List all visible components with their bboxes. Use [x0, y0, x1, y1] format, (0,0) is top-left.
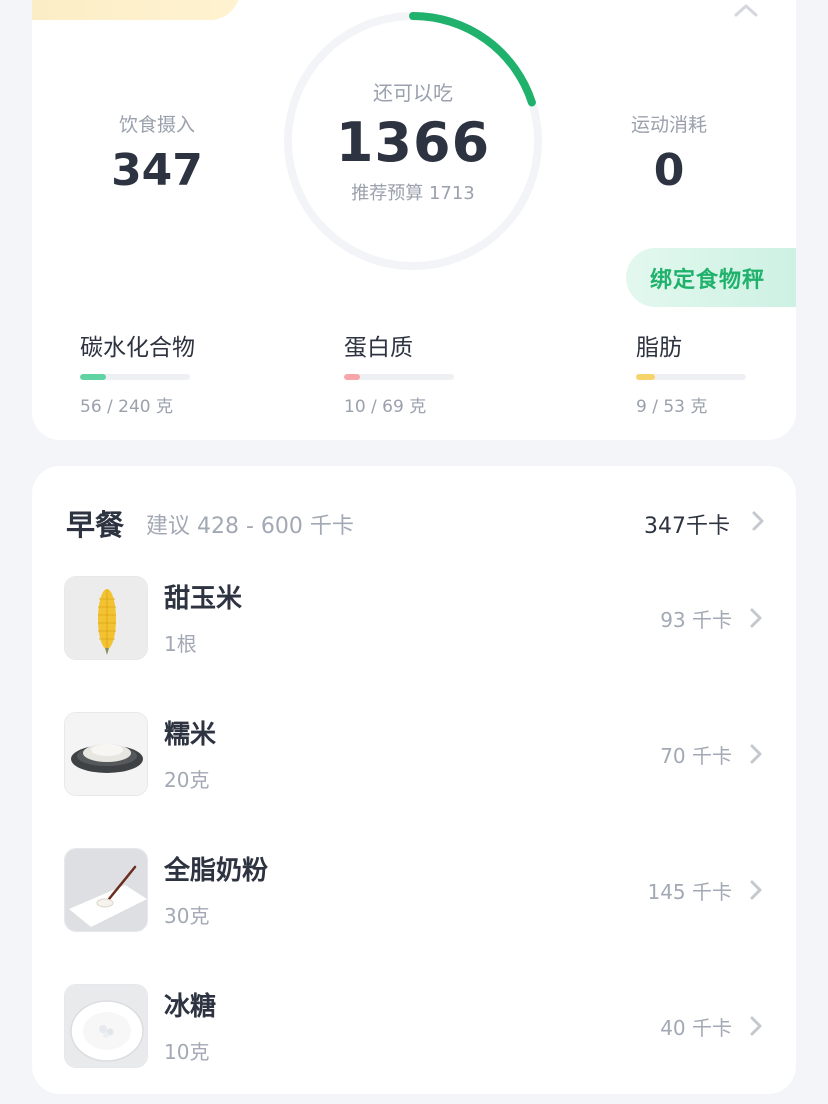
food-quantity: 30克	[164, 904, 210, 928]
meal-header[interactable]: 早餐 建议 428 - 600 千卡 347千卡	[66, 502, 766, 542]
chevron-right-icon	[752, 511, 764, 531]
calorie-summary-card: 饮食摄入 347 还可以吃 1366 推荐预算 1713 运动消耗 0 绑定食物…	[32, 0, 796, 440]
macro-protein: 蛋白质 10 / 69 克	[344, 328, 544, 417]
food-name: 全脂奶粉	[164, 856, 269, 886]
food-quantity: 1根	[164, 632, 197, 656]
remaining-label: 还可以吃	[373, 81, 453, 105]
macro-name: 脂肪	[636, 335, 682, 361]
exercise-value: 0	[653, 145, 685, 196]
recommended-budget: 推荐预算 1713	[351, 183, 475, 204]
macro-carbs: 碳水化合物 56 / 240 克	[80, 328, 280, 417]
remaining-calories: 还可以吃 1366 推荐预算 1713	[281, 9, 545, 273]
food-calories: 93 千卡	[660, 608, 732, 632]
breakfast-card: 早餐 建议 428 - 600 千卡 347千卡 甜玉米 1根 93 千卡 糯米…	[32, 466, 796, 1094]
macro-amount: 9 / 53 克	[636, 397, 708, 417]
macro-progress-bar	[344, 374, 454, 380]
food-item[interactable]: 甜玉米 1根 93 千卡	[64, 576, 764, 660]
chevron-right-icon	[750, 1016, 762, 1036]
exercise-label: 运动消耗	[630, 114, 707, 136]
macro-fat: 脂肪 9 / 53 克	[636, 328, 828, 417]
food-calories: 40 千卡	[660, 1016, 732, 1040]
macro-progress-fill	[80, 374, 106, 380]
chevron-up-icon[interactable]	[732, 0, 760, 20]
macro-name: 蛋白质	[344, 335, 413, 361]
macro-progress-bar	[80, 374, 190, 380]
food-quantity: 10克	[164, 1040, 210, 1064]
food-name: 甜玉米	[164, 584, 243, 614]
intake-value: 347	[111, 145, 203, 196]
corner-tag[interactable]	[32, 0, 240, 20]
remaining-value: 1366	[335, 111, 491, 174]
rock-sugar-thumbnail	[64, 984, 148, 1068]
food-name: 冰糖	[164, 992, 217, 1022]
sweet-corn-thumbnail	[64, 576, 148, 660]
chevron-right-icon	[750, 744, 762, 764]
food-calories: 70 千卡	[660, 744, 732, 768]
milk-powder-thumbnail	[64, 848, 148, 932]
macro-name: 碳水化合物	[80, 335, 195, 361]
glutinous-rice-thumbnail	[64, 712, 148, 796]
food-quantity: 20克	[164, 768, 210, 792]
intake-stat[interactable]: 饮食摄入 347	[57, 110, 257, 196]
food-calories: 145 千卡	[647, 880, 732, 904]
exercise-stat[interactable]: 运动消耗 0	[569, 110, 769, 196]
chevron-right-icon	[750, 880, 762, 900]
meal-title: 早餐	[66, 508, 125, 542]
meal-suggestion: 建议 428 - 600 千卡	[146, 514, 354, 539]
macro-amount: 10 / 69 克	[344, 397, 427, 417]
food-item[interactable]: 糯米 20克 70 千卡	[64, 712, 764, 796]
bind-food-scale-button[interactable]: 绑定食物秤	[626, 248, 796, 307]
macro-progress-bar	[636, 374, 746, 380]
macro-progress-fill	[344, 374, 360, 380]
chevron-right-icon	[750, 608, 762, 628]
food-name: 糯米	[164, 720, 217, 750]
meal-total: 347千卡	[644, 514, 730, 539]
macro-progress-fill	[636, 374, 655, 380]
intake-label: 饮食摄入	[118, 114, 195, 136]
food-item[interactable]: 全脂奶粉 30克 145 千卡	[64, 848, 764, 932]
food-item[interactable]: 冰糖 10克 40 千卡	[64, 984, 764, 1068]
macro-amount: 56 / 240 克	[80, 397, 174, 417]
